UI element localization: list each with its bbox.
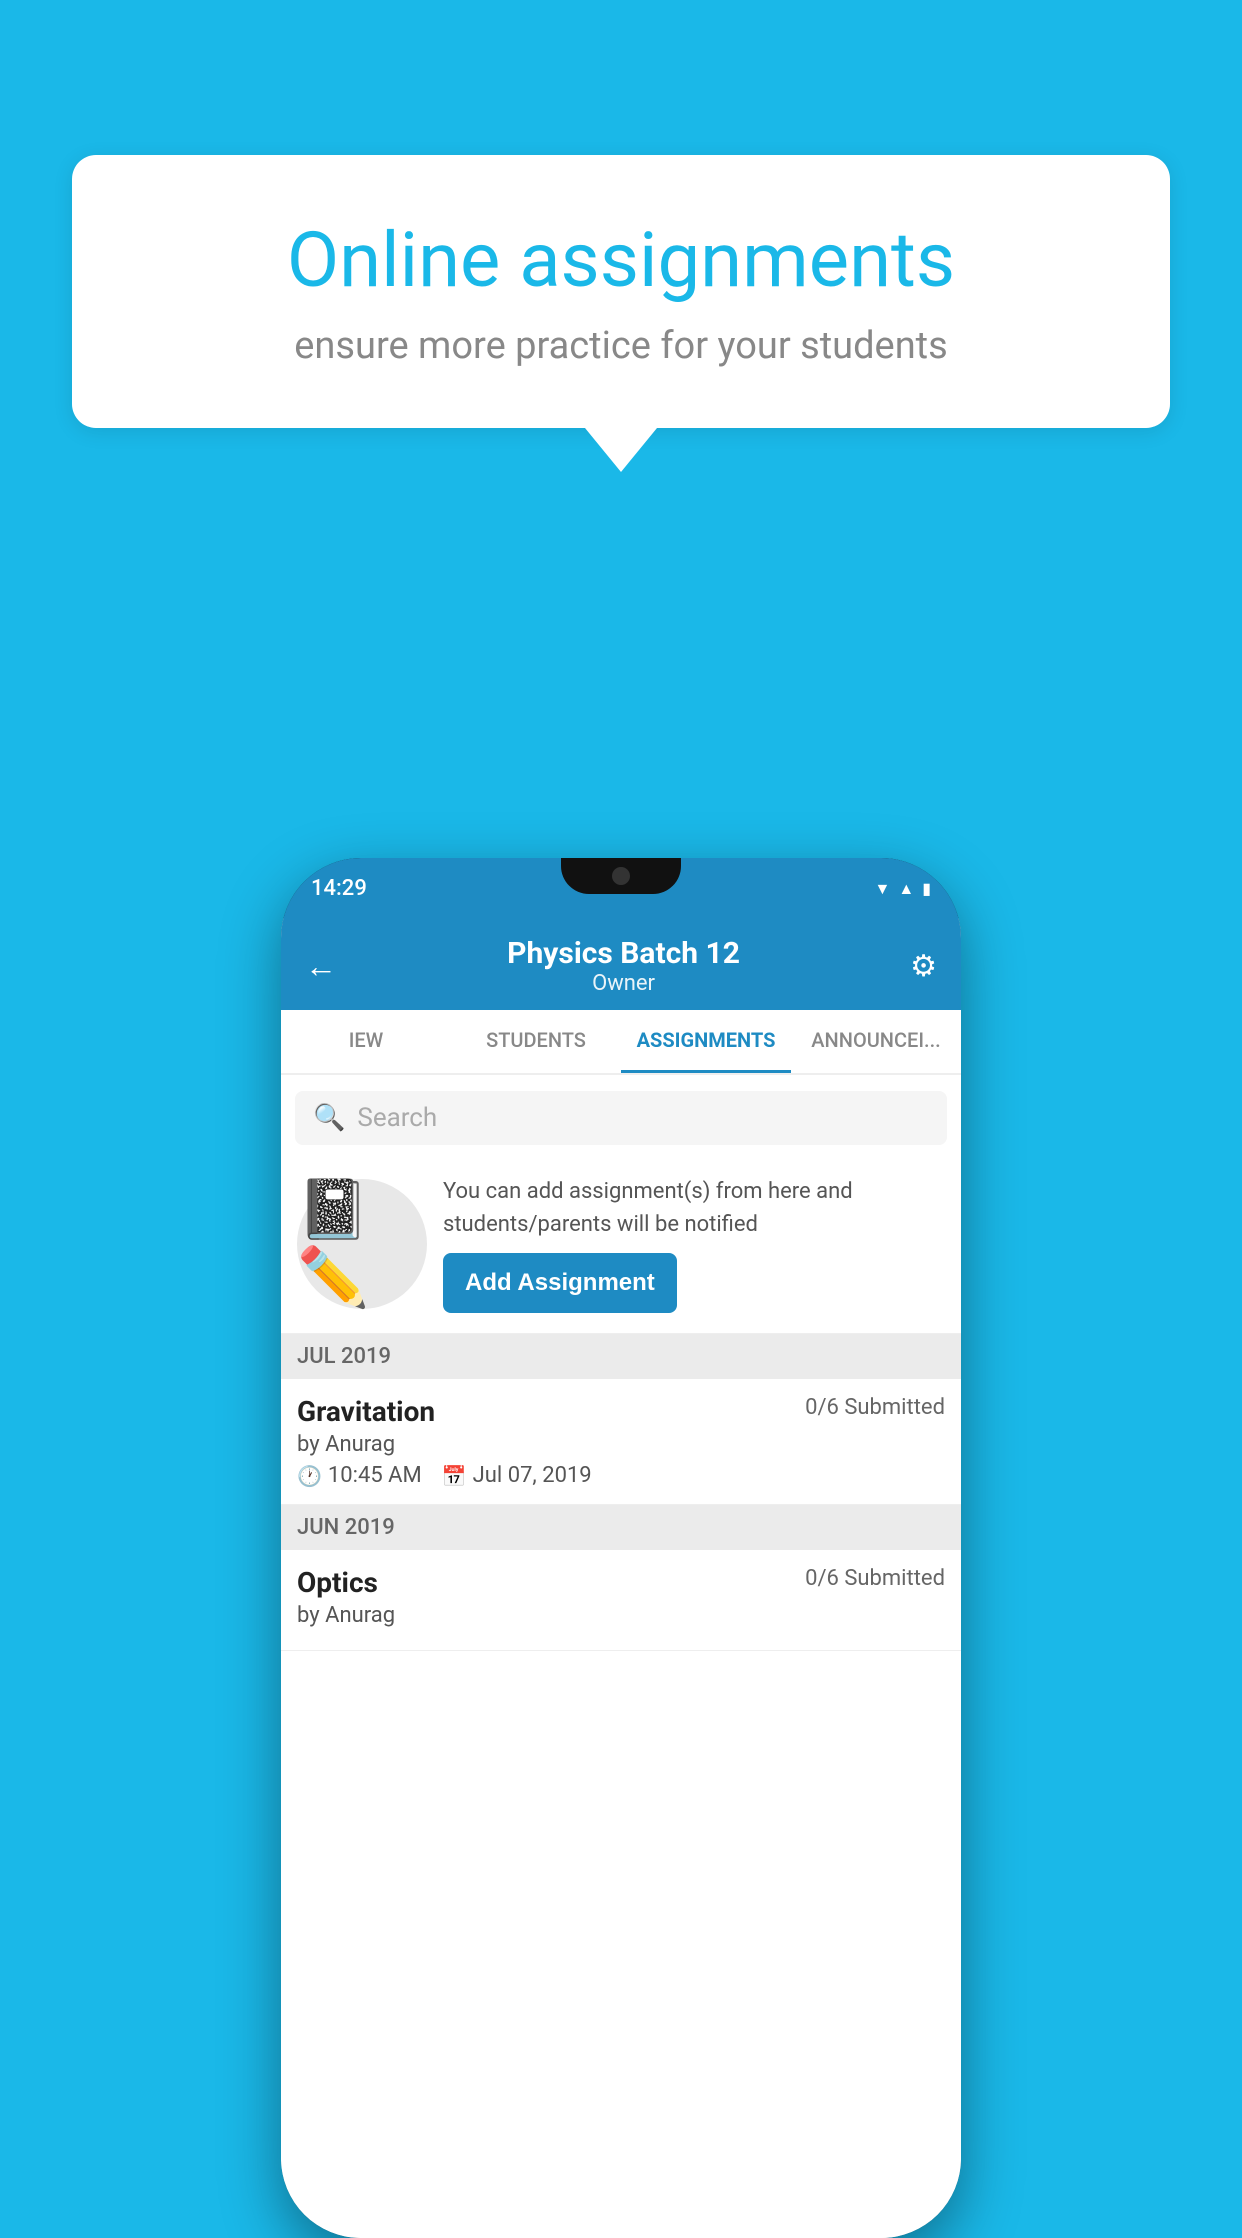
bubble-title: Online assignments: [142, 215, 1100, 306]
assignment-by-gravitation: by Anurag: [297, 1432, 945, 1457]
header-center: Physics Batch 12 Owner: [337, 936, 910, 996]
phone-screen: ← Physics Batch 12 Owner ⚙ IEW STUDENTS …: [281, 918, 961, 2238]
assignment-top: Gravitation 0/6 Submitted: [297, 1395, 945, 1428]
assignment-item-gravitation[interactable]: Gravitation 0/6 Submitted by Anurag 🕐 10…: [281, 1379, 961, 1505]
tabs-bar: IEW STUDENTS ASSIGNMENTS ANNOUNCEI...: [281, 1010, 961, 1075]
phone-notch: [561, 858, 681, 894]
assignment-meta-gravitation: 🕐 10:45 AM 📅 Jul 07, 2019: [297, 1463, 945, 1488]
assignment-top-optics: Optics 0/6 Submitted: [297, 1566, 945, 1599]
settings-icon[interactable]: ⚙: [910, 949, 937, 984]
assignment-time: 🕐 10:45 AM: [297, 1463, 422, 1488]
calendar-icon: 📅: [442, 1464, 467, 1488]
assignment-name-gravitation: Gravitation: [297, 1395, 435, 1428]
add-assignment-button[interactable]: Add Assignment: [443, 1253, 677, 1313]
assignment-submitted-gravitation: 0/6 Submitted: [805, 1395, 945, 1420]
section-header-jul: JUL 2019: [281, 1334, 961, 1379]
tab-students[interactable]: STUDENTS: [451, 1010, 621, 1073]
header-subtitle: Owner: [337, 971, 910, 996]
promo-text: You can add assignment(s) from here and …: [443, 1175, 945, 1241]
battery-icon: [922, 878, 931, 899]
assignment-submitted-optics: 0/6 Submitted: [805, 1566, 945, 1591]
assignment-name-optics: Optics: [297, 1566, 378, 1599]
promo-icon-circle: 📓✏️: [297, 1179, 427, 1309]
phone-frame: 14:29 ← Physics Batch 12 Owner ⚙ IEW STU…: [281, 858, 961, 2238]
bubble-subtitle: ensure more practice for your students: [142, 324, 1100, 368]
search-placeholder: Search: [357, 1103, 437, 1133]
app-header: ← Physics Batch 12 Owner ⚙: [281, 918, 961, 1010]
wifi-icon: [875, 878, 891, 899]
signal-icon: [898, 878, 914, 899]
status-icons: [875, 878, 932, 899]
assignment-by-optics: by Anurag: [297, 1603, 945, 1628]
speech-bubble-arrow: [585, 428, 657, 472]
front-camera: [612, 867, 630, 885]
status-time: 14:29: [311, 876, 367, 901]
tab-assignments[interactable]: ASSIGNMENTS: [621, 1010, 791, 1073]
speech-bubble-wrapper: Online assignments ensure more practice …: [72, 155, 1170, 472]
promo-block: 📓✏️ You can add assignment(s) from here …: [281, 1161, 961, 1334]
tab-announcements[interactable]: ANNOUNCEI...: [791, 1010, 961, 1073]
tab-iew[interactable]: IEW: [281, 1010, 451, 1073]
content-area: 🔍 Search 📓✏️ You can add assignment(s) f…: [281, 1075, 961, 2238]
assignment-time-value: 10:45 AM: [328, 1463, 422, 1488]
assignment-date-value: Jul 07, 2019: [473, 1463, 592, 1488]
promo-right: You can add assignment(s) from here and …: [443, 1175, 945, 1313]
status-bar: 14:29: [281, 858, 961, 918]
search-bar[interactable]: 🔍 Search: [295, 1091, 947, 1145]
assignment-item-optics[interactable]: Optics 0/6 Submitted by Anurag: [281, 1550, 961, 1651]
back-button[interactable]: ←: [305, 947, 337, 985]
search-icon: 🔍: [313, 1103, 345, 1133]
speech-bubble: Online assignments ensure more practice …: [72, 155, 1170, 428]
assignment-date: 📅 Jul 07, 2019: [442, 1463, 592, 1488]
section-header-jun: JUN 2019: [281, 1505, 961, 1550]
header-title: Physics Batch 12: [337, 936, 910, 971]
notebook-icon: 📓✏️: [297, 1176, 427, 1312]
clock-icon: 🕐: [297, 1464, 322, 1488]
